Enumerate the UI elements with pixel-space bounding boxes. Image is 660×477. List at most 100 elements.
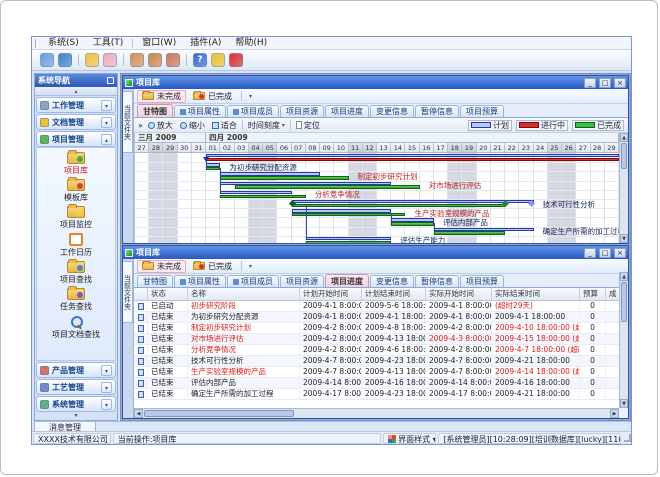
menu-item-0[interactable]: 系统(S): [41, 37, 86, 50]
column-header-预算[interactable]: 预算: [580, 288, 606, 300]
sidebar-group-工作管理[interactable]: 工作管理▾: [36, 97, 116, 113]
unfinished-folder-button[interactable]: 未完成: [137, 90, 186, 103]
table-row[interactable]: 已结束生产实验室规模的产品2009-4-7 8:00:002009-4-13 1…: [134, 367, 619, 378]
sidebar-group-项目管理[interactable]: 项目管理▴: [36, 131, 116, 147]
column-header-实际结束时间[interactable]: 实际结束时间: [492, 288, 580, 300]
gantt-bar-actual[interactable]: [220, 176, 348, 179]
gantt-bar-plan[interactable]: [206, 154, 619, 157]
globe-icon[interactable]: [58, 53, 72, 67]
table-row[interactable]: 已启动初步研究阶段2009-4-1 8:00:002009-5-6 18:00:…: [134, 301, 619, 312]
tab-项目属性[interactable]: 项目属性: [174, 105, 226, 117]
locate-button[interactable]: 定位: [294, 120, 322, 131]
tab-项目属性[interactable]: 项目属性: [174, 275, 226, 287]
menu-item-4[interactable]: 帮助(H): [228, 37, 274, 50]
table-row[interactable]: 已结束技术可行性分析2009-4-7 8:00:002009-4-23 18:0…: [134, 356, 619, 367]
scroll-thumb[interactable]: [621, 143, 627, 169]
current-folder-tab[interactable]: 当前文件夹: [123, 261, 133, 323]
scroll-up-icon[interactable]: ▲: [620, 272, 628, 281]
current-folder-tab[interactable]: 当前文件夹: [123, 91, 133, 153]
toolbar-overflow-icon[interactable]: »: [138, 121, 143, 130]
sidebar-group-产品管理[interactable]: 产品管理▾: [36, 362, 116, 378]
sidebar-group-文档管理[interactable]: 文档管理▾: [36, 114, 116, 130]
expand-icon[interactable]: ▾: [101, 399, 112, 410]
table-row[interactable]: 已结束确定生产所需的加工过程2009-4-17 8:00:002009-4-23…: [134, 389, 619, 400]
lock-icon[interactable]: [211, 53, 225, 67]
workstation-icon[interactable]: [40, 53, 54, 67]
close-button[interactable]: ×: [614, 78, 626, 88]
tab-项目资源[interactable]: 项目资源: [280, 105, 324, 117]
time-scale-dropdown[interactable]: 时间刻度▾: [246, 120, 287, 131]
tab-项目进度[interactable]: 项目进度: [325, 274, 369, 287]
chevron-down-icon[interactable]: ▾: [246, 263, 255, 270]
table-row[interactable]: 已结束分析竞争情况2009-4-2 8:00:002009-4-6 18:00:…: [134, 345, 619, 356]
scroll-down-icon[interactable]: ▼: [620, 399, 628, 408]
expand-icon[interactable]: ▾: [101, 117, 112, 128]
open-folder-icon[interactable]: [85, 53, 99, 67]
close-button[interactable]: ×: [614, 248, 626, 258]
sidebar-item-模板库[interactable]: 模板库: [37, 179, 115, 203]
scroll-right-icon[interactable]: ▶: [610, 409, 619, 418]
table-row[interactable]: 已结束制定初步研究计划2009-4-2 8:00:002009-4-8 18:0…: [134, 323, 619, 334]
table-vertical-scrollbar[interactable]: ▲ ▼: [619, 272, 628, 408]
tab-暂停信息[interactable]: 暂停信息: [415, 275, 459, 287]
sidebar-item-项目查找[interactable]: 项目查找: [37, 261, 115, 285]
column-header-计划结束时间[interactable]: 计划结束时间: [362, 288, 426, 300]
column-header-状态[interactable]: 状态: [148, 288, 188, 300]
sidebar-group-工艺管理[interactable]: 工艺管理▾: [36, 379, 116, 395]
zoom-in-button[interactable]: 放大: [146, 120, 175, 131]
sidebar-item-项目文档查找[interactable]: 项目文档查找: [37, 315, 115, 340]
table-row[interactable]: 已结束评估内部产品2009-4-14 8:00:002009-4-16 18:0…: [134, 378, 619, 389]
sidebar-item-工作日历[interactable]: 工作日历: [37, 233, 115, 258]
table-row[interactable]: 已结束对市场进行评估2009-4-2 8:00:002009-4-13 18:0…: [134, 334, 619, 345]
finished-folder-button[interactable]: 已完成: [188, 260, 237, 273]
sidebar-group-系统管理[interactable]: 系统管理▾: [36, 396, 116, 412]
tab-项目预算[interactable]: 项目预算: [460, 275, 504, 287]
window-titlebar[interactable]: 项目库 _ □ ×: [123, 76, 628, 89]
scroll-thumb[interactable]: [144, 410, 294, 417]
help-icon[interactable]: ?: [193, 53, 207, 67]
report-icon[interactable]: [130, 53, 144, 67]
minimize-button[interactable]: _: [584, 248, 596, 258]
maximize-button[interactable]: □: [599, 78, 611, 88]
expand-icon[interactable]: ▾: [101, 382, 112, 393]
resize-grip[interactable]: [624, 434, 631, 442]
report-remove-icon[interactable]: [166, 53, 180, 67]
minimize-button[interactable]: _: [584, 78, 596, 88]
column-header-icon[interactable]: [134, 288, 148, 300]
zoom-out-button[interactable]: 缩小: [178, 120, 207, 131]
table-horizontal-scrollbar[interactable]: ◀ ▶: [134, 408, 619, 418]
expand-icon[interactable]: ▾: [101, 365, 112, 376]
tab-项目成员[interactable]: 项目成员: [227, 275, 279, 287]
sidebar-item-项目库[interactable]: 项目库: [37, 152, 115, 176]
scroll-thumb[interactable]: [621, 282, 627, 322]
maximize-button[interactable]: □: [599, 248, 611, 258]
unfinished-folder-button[interactable]: 未完成: [137, 260, 186, 273]
expand-icon[interactable]: ▾: [101, 100, 112, 111]
scroll-down-icon[interactable]: ▼: [620, 234, 628, 243]
menu-item-3[interactable]: 插件(A): [183, 37, 228, 50]
tab-项目进度[interactable]: 项目进度: [325, 105, 369, 117]
stop-icon[interactable]: [229, 53, 243, 67]
column-header-名称[interactable]: 名称: [188, 288, 300, 300]
gantt-vertical-scrollbar[interactable]: ▲ ▼: [619, 133, 628, 243]
gantt-bar-actual[interactable]: [434, 231, 505, 234]
menu-item-1[interactable]: 工具(T): [86, 37, 131, 50]
gantt-bar-actual[interactable]: [306, 241, 391, 243]
gantt-bar-actual[interactable]: [292, 213, 406, 216]
gantt-bar-actual[interactable]: [391, 222, 434, 225]
sidebar-collapse-button[interactable]: ▴: [35, 87, 117, 96]
scroll-left-icon[interactable]: ◀: [134, 409, 143, 418]
fit-button[interactable]: 适合: [210, 120, 239, 131]
collapse-icon[interactable]: ▴: [101, 134, 112, 145]
gantt-bar-actual[interactable]: [292, 204, 506, 207]
tab-甘特图[interactable]: 甘特图: [137, 275, 173, 287]
tab-项目预算[interactable]: 项目预算: [460, 105, 504, 117]
tab-项目成员[interactable]: 项目成员: [227, 105, 279, 117]
tab-变更信息[interactable]: 变更信息: [370, 105, 414, 117]
scroll-up-icon[interactable]: ▲: [620, 133, 628, 142]
table-row[interactable]: 已结束为初步研究分配资源2009-4-1 8:00:002009-4-1 18:…: [134, 312, 619, 323]
save-folder-icon[interactable]: [103, 53, 117, 67]
menu-item-2[interactable]: 窗口(W): [135, 37, 183, 50]
gantt-bar-actual[interactable]: [235, 185, 420, 188]
column-header-实际开始时间[interactable]: 实际开始时间: [426, 288, 492, 300]
